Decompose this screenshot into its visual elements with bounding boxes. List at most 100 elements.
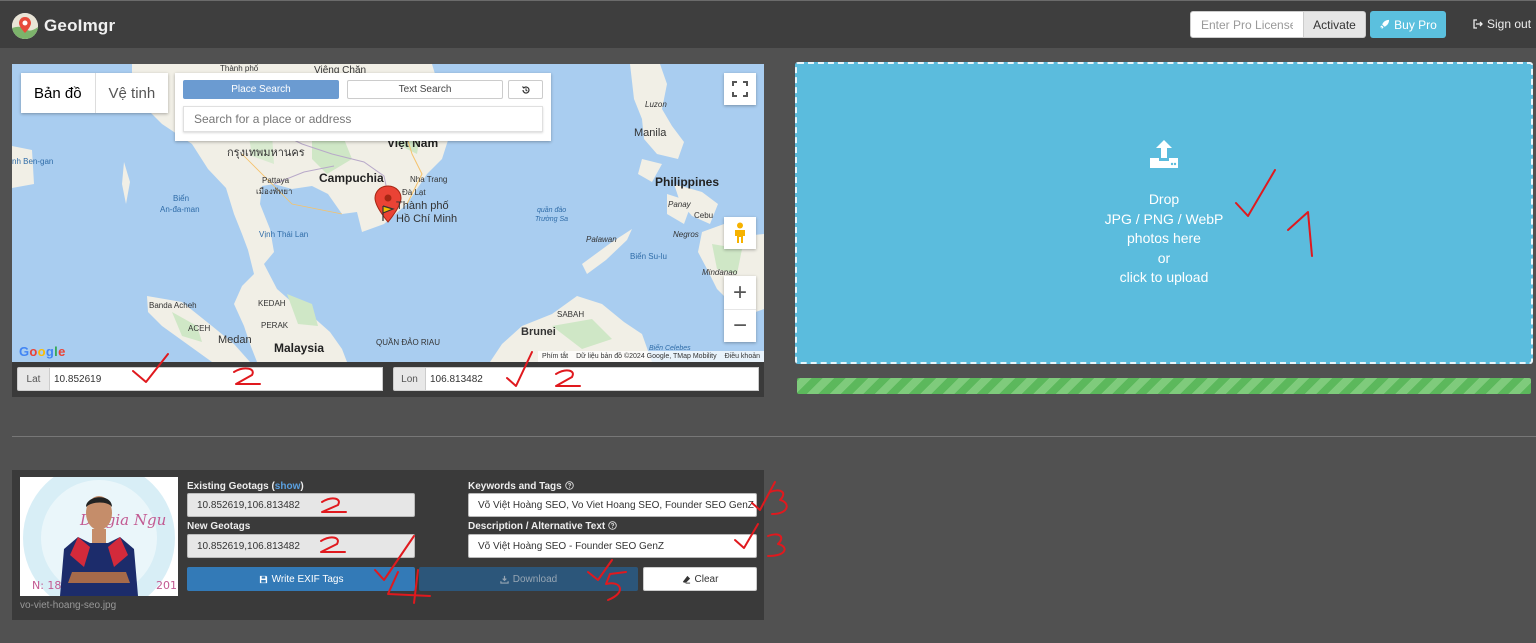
map-label: Biển Su-lu: [630, 252, 667, 261]
fullscreen-button[interactable]: [724, 73, 756, 105]
map-label: Thành phố: [396, 200, 449, 212]
keywords-label-text: Keywords and Tags: [468, 481, 562, 492]
map-pin-logo-icon: [12, 13, 38, 39]
street-view-pegman[interactable]: [724, 217, 756, 249]
clear-button[interactable]: Clear: [643, 567, 757, 591]
write-exif-button[interactable]: Write EXIF Tags: [187, 567, 415, 591]
map-label: Trường Sa: [535, 216, 569, 223]
existing-geotags-field: 10.852619,106.813482: [187, 493, 415, 517]
search-box: Place Search Text Search: [175, 73, 551, 141]
upload-icon: [1150, 140, 1178, 169]
description-label-text: Description / Alternative Text: [468, 521, 606, 532]
license-input[interactable]: [1190, 11, 1304, 38]
map-label: Panay: [668, 200, 691, 209]
lon-group: Lon: [393, 367, 759, 391]
map-attribution: Phím tắt Dữ liệu bản đồ ©2024 Google, TM…: [538, 351, 764, 362]
map-label: Nha Trang: [410, 175, 448, 184]
sign-out-icon: [1473, 19, 1483, 29]
map-type-map[interactable]: Bản đồ: [21, 73, 96, 113]
download-label: Download: [512, 573, 558, 585]
svg-text:201: 201: [156, 579, 177, 592]
zoom-in-button[interactable]: +: [724, 276, 756, 309]
new-geotags-field: 10.852619,106.813482: [187, 534, 415, 558]
question-circle-icon: [564, 481, 574, 490]
existing-geotags-label-text: Existing Geotags (: [187, 481, 275, 492]
lon-input[interactable]: [426, 367, 759, 391]
map-label: Biển: [173, 194, 190, 203]
navbar: GeoImgr Activate Buy Pro Sign out: [0, 0, 1536, 48]
brand-name: GeoImgr: [44, 16, 116, 35]
upload-progress: [797, 378, 1531, 394]
map-label: Negros: [673, 230, 699, 239]
map-label: KEDAH: [258, 299, 286, 308]
map-label: PERAK: [261, 321, 289, 330]
map-label: Medan: [218, 334, 252, 346]
map-label: Banda Acheh: [149, 301, 197, 310]
dropzone-line: or: [1157, 249, 1171, 266]
map-label: SABAH: [557, 310, 585, 319]
lat-label: Lat: [17, 367, 50, 391]
map-label: nh Ben-gan: [12, 157, 54, 166]
dropzone-line: click to upload: [1119, 269, 1209, 286]
existing-geotags-label-close: ): [300, 481, 304, 492]
terms-link[interactable]: Điều khoản: [725, 353, 760, 360]
map-label: Pattaya: [262, 176, 290, 185]
map-label: ACEH: [188, 324, 211, 333]
sign-out-link[interactable]: Sign out: [1473, 17, 1531, 31]
keywords-input[interactable]: Võ Việt Hoàng SEO, Vo Viet Hoang SEO, Fo…: [468, 493, 757, 517]
map-label: Vịnh Thái Lan: [259, 230, 309, 239]
buy-pro-button[interactable]: Buy Pro: [1370, 11, 1446, 38]
photo-thumbnail: Dạ gia Ngu N: 18 201: [20, 477, 178, 596]
show-link[interactable]: show: [275, 481, 301, 492]
place-search-input[interactable]: [183, 106, 543, 132]
download-button[interactable]: Download: [419, 567, 638, 591]
zoom-out-button[interactable]: −: [724, 309, 756, 342]
keyboard-shortcuts-link[interactable]: Phím tắt: [542, 353, 568, 360]
description-input[interactable]: Võ Việt Hoàng SEO - Founder SEO GenZ: [468, 534, 757, 558]
save-icon: [259, 575, 267, 583]
text-search-tab[interactable]: Text Search: [347, 80, 503, 99]
sign-out-label: Sign out: [1487, 17, 1532, 31]
rocket-icon: [1380, 19, 1390, 30]
map-label: Malaysia: [274, 341, 325, 355]
map-label: เมืองพัทยา: [256, 187, 293, 196]
map-label: Palawan: [586, 235, 617, 244]
history-icon: [521, 85, 530, 94]
dropzone-line: Drop: [1148, 191, 1180, 208]
map-label: Luzon: [645, 100, 667, 109]
download-icon: [500, 575, 509, 584]
map-label: Manila: [634, 127, 667, 139]
lon-label: Lon: [393, 367, 426, 391]
map-label: Campuchia: [319, 171, 384, 185]
file-card: Dạ gia Ngu N: 18 201 vo-viet-hoang-seo.j…: [12, 470, 764, 620]
map-label: An-đa-man: [160, 205, 200, 214]
reset-search-button[interactable]: [508, 80, 543, 99]
map-label: กรุงเทพมหานคร: [227, 147, 305, 159]
license-group: Activate: [1190, 11, 1366, 38]
existing-geotags-label: Existing Geotags (show): [187, 481, 304, 492]
map-label: Cebu: [694, 211, 714, 220]
map[interactable]: Thành phố Viêng Chăn กรุงเทพมหานคร Việt …: [12, 64, 764, 362]
lat-input[interactable]: [50, 367, 383, 391]
map-label: QUẦN ĐẢO RIAU: [376, 338, 441, 347]
map-panel: Thành phố Viêng Chăn กรุงเทพมหานคร Việt …: [12, 64, 764, 397]
map-label: quần đảo: [537, 207, 567, 214]
lat-group: Lat: [17, 367, 383, 391]
write-exif-label: Write EXIF Tags: [271, 573, 344, 585]
google-logo: Google: [19, 344, 66, 359]
zoom-control: + −: [724, 276, 756, 342]
place-search-tab[interactable]: Place Search: [183, 80, 339, 99]
activate-button[interactable]: Activate: [1304, 11, 1366, 38]
question-circle-icon: [608, 521, 617, 530]
divider: [12, 436, 1536, 437]
upload-dropzone[interactable]: Drop JPG / PNG / WebP photos here or cli…: [795, 62, 1533, 364]
description-label: Description / Alternative Text: [468, 521, 617, 532]
clear-label: Clear: [694, 573, 719, 585]
map-label: Đà Lạt: [402, 188, 426, 197]
brand[interactable]: GeoImgr: [12, 13, 115, 39]
keywords-label: Keywords and Tags: [468, 481, 574, 492]
map-label: Hồ Chí Minh: [396, 213, 458, 225]
dropzone-line: photos here: [1127, 230, 1201, 247]
map-type-satellite[interactable]: Vệ tinh: [96, 73, 169, 113]
photo-filename: vo-viet-hoang-seo.jpg: [20, 600, 117, 611]
